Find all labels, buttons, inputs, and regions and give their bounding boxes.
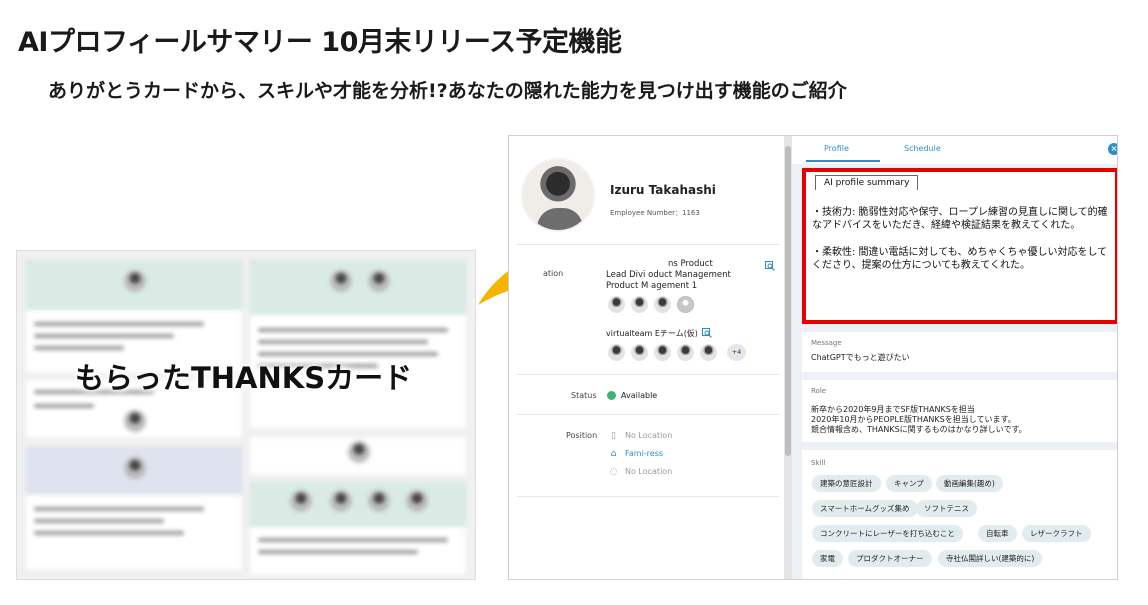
- active-tab-indicator: [806, 160, 880, 162]
- team-name: virtualteam Eチーム(仮): [606, 329, 698, 338]
- search-icon[interactable]: [702, 328, 712, 338]
- skill-chip[interactable]: レザークラフト: [1022, 525, 1091, 542]
- ai-summary-title: AI profile summary: [815, 175, 919, 190]
- member-avatar-placeholder[interactable]: [677, 296, 694, 313]
- slide-subtitle: ありがとうカードから、スキルや才能を分析!?あなたの隠れた能力を見つけ出す機能の…: [48, 80, 847, 102]
- member-avatar[interactable]: [677, 344, 694, 361]
- avatar: [521, 158, 595, 232]
- skill-chip[interactable]: 家電: [812, 550, 843, 567]
- skill-section: Skill 建築の意匠設計 キャンプ 動画編集(趣め) スマートホームグッズ集め…: [802, 450, 1117, 579]
- position-item[interactable]: Fami-ress: [625, 449, 663, 458]
- status-value: Available: [621, 391, 658, 400]
- skill-chip[interactable]: 動画編集(趣め): [936, 475, 1003, 492]
- skill-chip[interactable]: 自転車: [978, 525, 1017, 542]
- thanks-cards-blurred: [17, 251, 475, 579]
- profile-name: Izuru Takahashi: [610, 183, 716, 197]
- device-icon: ▯: [611, 431, 616, 441]
- member-avatar[interactable]: [631, 344, 648, 361]
- cards-label: もらったTHANKSカード: [75, 361, 413, 395]
- search-icon[interactable]: [765, 261, 775, 271]
- role-section: Role 新卒から2020年9月までSF版THANKSを担当 2020年10月か…: [802, 380, 1117, 442]
- building-icon: ⌂: [610, 449, 617, 459]
- affiliation-label: ation: [543, 269, 564, 278]
- slide-title: AIプロフィールサマリー 10月末リリース予定機能: [18, 27, 622, 58]
- ai-profile-summary-box: AI profile summary ・技術力: 脆弱性対応や保守、ロープレ練習…: [802, 168, 1117, 324]
- profile-screenshot: Izuru Takahashi Employee Number：1163 ati…: [508, 135, 1118, 580]
- member-avatar[interactable]: [700, 344, 717, 361]
- role-line: 2020年10月からPEOPLE版THANKSを担当しています。: [811, 415, 1016, 424]
- thanks-card: [25, 446, 243, 571]
- member-avatar[interactable]: [654, 296, 671, 313]
- skill-chip[interactable]: スマートホームグッズ集め: [812, 500, 918, 517]
- skill-chip[interactable]: 建築の意匠設計: [812, 475, 881, 492]
- skill-chip[interactable]: プロダクトオーナー: [848, 550, 932, 567]
- member-avatar[interactable]: [631, 296, 648, 313]
- thanks-card: [249, 481, 467, 576]
- tab-profile[interactable]: Profile: [824, 144, 849, 153]
- ai-summary-text: ・技術力: 脆弱性対応や保守、ロープレ練習の見直しに関して的確なアドバイスをいた…: [812, 207, 1108, 271]
- role-label: Role: [811, 387, 827, 395]
- skill-chip[interactable]: 寺社仏閣詳しい(建築的に): [938, 550, 1043, 567]
- status-check-icon: [607, 391, 616, 400]
- more-members-badge[interactable]: +4: [727, 344, 746, 361]
- employee-number: Employee Number：1163: [610, 209, 700, 217]
- profile-left-column: Izuru Takahashi Employee Number：1163 ati…: [509, 136, 784, 579]
- position-item: No Location: [625, 467, 673, 476]
- member-avatar[interactable]: [608, 344, 625, 361]
- slide: AIプロフィールサマリー 10月末リリース予定機能 ありがとうカードから、スキル…: [0, 0, 1148, 605]
- position-item: No Location: [625, 431, 673, 440]
- message-label: Message: [811, 339, 842, 347]
- role-line: 競合情報含め、THANKSに関するものはかなり詳しいです。: [811, 425, 1027, 434]
- tab-bar: Profile Schedule ×: [792, 136, 1117, 164]
- affiliation-text: ns Product Lead Divi oduct Management Pr…: [606, 259, 731, 291]
- thanks-cards-panel: もらったTHANKSカード: [16, 250, 476, 580]
- profile-right-column: Profile Schedule × AI profile summary ・技…: [792, 136, 1117, 579]
- scrollbar[interactable]: [784, 136, 792, 579]
- close-icon[interactable]: ×: [1108, 143, 1117, 155]
- status-label: Status: [571, 391, 597, 400]
- thanks-card: [249, 436, 467, 476]
- member-avatar[interactable]: [608, 296, 625, 313]
- skill-chip[interactable]: コンクリートにレーザーを打ち込むこと: [812, 525, 963, 542]
- position-label: Position: [566, 431, 598, 440]
- skill-label: Skill: [811, 459, 826, 467]
- message-text: ChatGPTでもっと遊びたい: [811, 353, 910, 362]
- message-section: Message ChatGPTでもっと遊びたい: [802, 332, 1117, 372]
- member-avatar[interactable]: [654, 344, 671, 361]
- role-line: 新卒から2020年9月までSF版THANKSを担当: [811, 405, 975, 414]
- skill-chip[interactable]: キャンプ: [886, 475, 932, 492]
- skill-chip[interactable]: ソフトテニス: [916, 500, 977, 517]
- wifi-icon: ◌: [609, 467, 618, 477]
- tab-schedule[interactable]: Schedule: [904, 144, 941, 153]
- thanks-card: [249, 259, 467, 429]
